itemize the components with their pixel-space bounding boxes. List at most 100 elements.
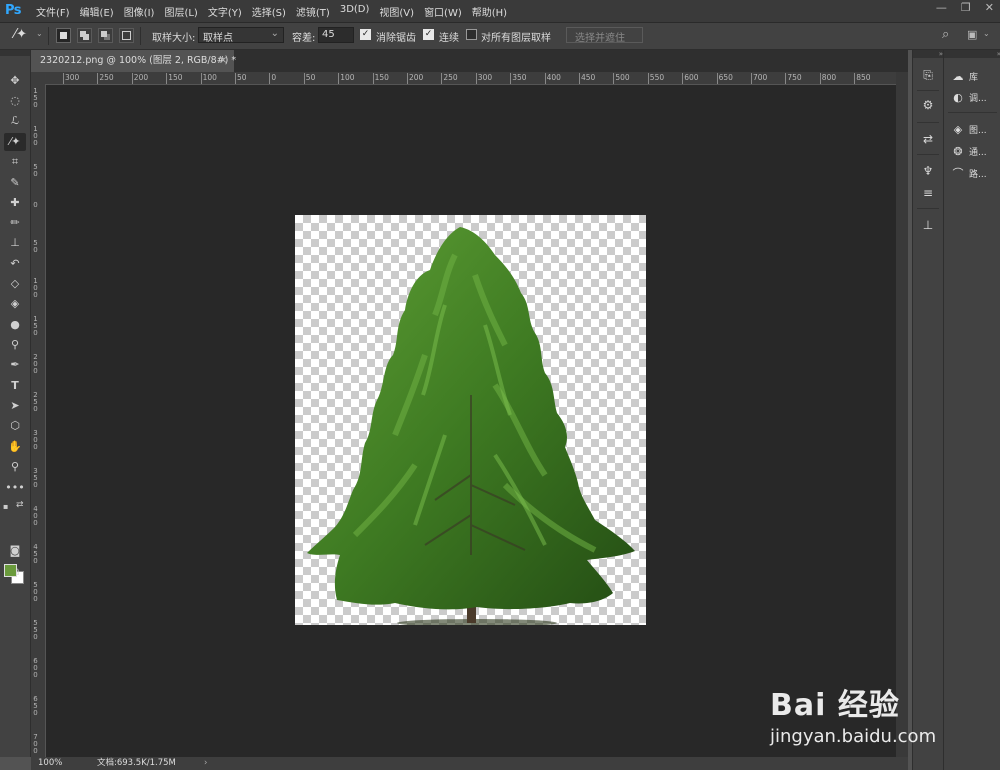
search-icon[interactable]: ⌕ bbox=[942, 27, 949, 42]
paint-bucket-tool-icon[interactable]: ◈ bbox=[4, 295, 26, 313]
divider bbox=[917, 90, 939, 91]
magic-wand-tool-icon[interactable]: ⁄✦ bbox=[4, 133, 26, 151]
ruler-label: 50 bbox=[33, 239, 38, 254]
panel-library[interactable]: ☁ 库 bbox=[950, 69, 979, 85]
chevron-down-icon[interactable]: ⌄ bbox=[36, 29, 43, 38]
move-tool-icon[interactable]: ✥ bbox=[4, 72, 26, 90]
panel-paths[interactable]: ⌒ 路... bbox=[950, 166, 987, 182]
more-tools-icon[interactable]: ••• bbox=[4, 479, 26, 497]
watermark-url: jingyan.baidu.com bbox=[770, 726, 937, 747]
ruler-label: 600 bbox=[33, 657, 38, 679]
menu-view[interactable]: 视图(V) bbox=[374, 4, 419, 19]
ruler-tick bbox=[647, 73, 649, 84]
menu-3d[interactable]: 3D(D) bbox=[335, 4, 375, 19]
hand-tool-icon[interactable]: ✋ bbox=[4, 438, 26, 456]
menu-select[interactable]: 选择(S) bbox=[247, 4, 291, 19]
marquee-tool-icon[interactable]: ◌ bbox=[4, 92, 26, 110]
anti-alias-checkbox[interactable]: ✓ bbox=[360, 29, 371, 40]
add-to-selection-button[interactable] bbox=[77, 28, 92, 43]
panel-channels[interactable]: ❂ 通... bbox=[950, 144, 986, 160]
ruler-label: 150 bbox=[33, 87, 38, 109]
zoom-level[interactable]: 100% bbox=[38, 757, 62, 770]
swap-colors-icon[interactable]: ⇄ bbox=[16, 500, 24, 510]
menu-type[interactable]: 文字(Y) bbox=[203, 4, 247, 19]
ruler-label: 300 bbox=[65, 73, 80, 82]
actions-panel-icon[interactable]: ⚙ bbox=[919, 96, 937, 114]
document-tab[interactable]: 2320212.png @ 100% (图层 2, RGB/8#) * bbox=[31, 50, 236, 72]
type-tool-icon[interactable]: T bbox=[4, 377, 26, 395]
zoom-tool-icon[interactable]: ⚲ bbox=[4, 458, 26, 476]
layers-icon: ◈ bbox=[953, 123, 963, 136]
clone-source-icon[interactable]: ⊥ bbox=[919, 216, 937, 234]
panel-adjustments[interactable]: ◐ 调... bbox=[950, 90, 986, 106]
panel-layers[interactable]: ◈ 图... bbox=[950, 122, 987, 138]
menu-window[interactable]: 窗口(W) bbox=[419, 4, 467, 19]
tolerance-input[interactable]: 45 bbox=[318, 27, 354, 43]
ruler-label: 200 bbox=[33, 353, 38, 375]
workspace-icon[interactable]: ▣ bbox=[967, 28, 977, 41]
ruler-label: 0 bbox=[33, 201, 38, 209]
minimize-icon[interactable]: — bbox=[936, 1, 947, 14]
magic-wand-preset-icon[interactable]: ⁄✦ bbox=[14, 27, 27, 42]
menu-filter[interactable]: 滤镜(T) bbox=[291, 4, 335, 19]
subtract-from-selection-button[interactable] bbox=[98, 28, 113, 43]
baidu-watermark: Bai 经验 jingyan.baidu.com bbox=[770, 660, 990, 760]
sample-size-dropdown[interactable]: 取样点 ⌄ bbox=[198, 27, 284, 44]
properties-panel-icon[interactable]: ⇄ bbox=[919, 130, 937, 148]
history-brush-tool-icon[interactable]: ↶ bbox=[4, 255, 26, 273]
path-selection-tool-icon[interactable]: ➤ bbox=[4, 397, 26, 415]
ruler-tick bbox=[854, 73, 856, 84]
close-icon[interactable]: ✕ bbox=[985, 1, 994, 14]
brush-presets-icon[interactable]: ♆ bbox=[919, 162, 937, 180]
ruler-label: 550 bbox=[649, 73, 665, 82]
healing-brush-tool-icon[interactable]: ✚ bbox=[4, 194, 26, 212]
eyedropper-tool-icon[interactable]: ✎ bbox=[4, 174, 26, 192]
dock-collapse-handle[interactable]: » bbox=[944, 50, 1000, 58]
sample-all-layers-checkbox[interactable] bbox=[466, 29, 477, 40]
intersect-selection-button[interactable] bbox=[119, 28, 134, 43]
pen-tool-icon[interactable]: ✒ bbox=[4, 356, 26, 374]
menu-help[interactable]: 帮助(H) bbox=[467, 4, 512, 19]
menu-edit[interactable]: 编辑(E) bbox=[75, 4, 119, 19]
shape-tool-icon[interactable]: ⬡ bbox=[4, 417, 26, 435]
ruler-tick bbox=[372, 73, 374, 84]
brush-tool-icon[interactable]: ✏ bbox=[4, 214, 26, 232]
menu-layer[interactable]: 图层(L) bbox=[159, 4, 202, 19]
dodge-tool-icon[interactable]: ⚲ bbox=[4, 336, 26, 354]
document-canvas[interactable] bbox=[295, 215, 646, 625]
menu-list: 文件(F) 编辑(E) 图像(I) 图层(L) 文字(Y) 选择(S) 滤镜(T… bbox=[31, 4, 512, 19]
ruler-label: 650 bbox=[33, 695, 38, 717]
chevron-down-icon[interactable]: ⌄ bbox=[983, 29, 990, 38]
ruler-tick bbox=[63, 73, 64, 84]
brush-settings-icon[interactable]: ≡ bbox=[919, 184, 937, 202]
vertical-ruler[interactable]: 1501005005010015020025030035040045050055… bbox=[31, 84, 46, 757]
ruler-origin[interactable] bbox=[31, 72, 45, 84]
blur-tool-icon[interactable]: ● bbox=[4, 316, 26, 334]
contiguous-checkbox[interactable]: ✓ bbox=[423, 29, 434, 40]
horizontal-ruler[interactable]: 300 250 200 150 100 50 0 50 100 150 200 250 300 350 40… bbox=[45, 72, 896, 85]
status-menu-arrow-icon[interactable]: › bbox=[204, 757, 207, 770]
ruler-label: 200 bbox=[409, 73, 424, 82]
close-tab-icon[interactable]: × bbox=[219, 55, 227, 66]
history-panel-icon[interactable]: ⎘ bbox=[919, 66, 937, 84]
clone-stamp-tool-icon[interactable]: ⊥ bbox=[4, 234, 26, 252]
new-selection-button[interactable] bbox=[56, 28, 71, 43]
select-and-mask-button[interactable]: 选择并遮住 ... bbox=[566, 27, 643, 55]
sample-all-layers-label: 对所有图层取样 bbox=[481, 33, 551, 44]
menu-image[interactable]: 图像(I) bbox=[119, 4, 160, 19]
menu-file[interactable]: 文件(F) bbox=[31, 4, 75, 19]
eraser-tool-icon[interactable]: ◇ bbox=[4, 275, 26, 293]
divider bbox=[917, 122, 939, 123]
ruler-label: 550 bbox=[33, 619, 38, 641]
ruler-label: 350 bbox=[33, 467, 38, 489]
lasso-tool-icon[interactable]: ℒ bbox=[4, 112, 26, 130]
foreground-color-swatch[interactable] bbox=[4, 564, 17, 577]
quick-mask-icon[interactable]: ◙ bbox=[4, 542, 26, 560]
crop-tool-icon[interactable]: ⌗ bbox=[4, 153, 26, 171]
dock-collapse-handle[interactable]: » bbox=[913, 50, 943, 58]
panel-grip[interactable] bbox=[0, 50, 30, 56]
restore-icon[interactable]: ❐ bbox=[961, 1, 971, 14]
vertical-scrollbar[interactable] bbox=[896, 72, 908, 757]
divider bbox=[917, 154, 939, 155]
default-colors-icon[interactable]: ▪ bbox=[3, 502, 8, 511]
